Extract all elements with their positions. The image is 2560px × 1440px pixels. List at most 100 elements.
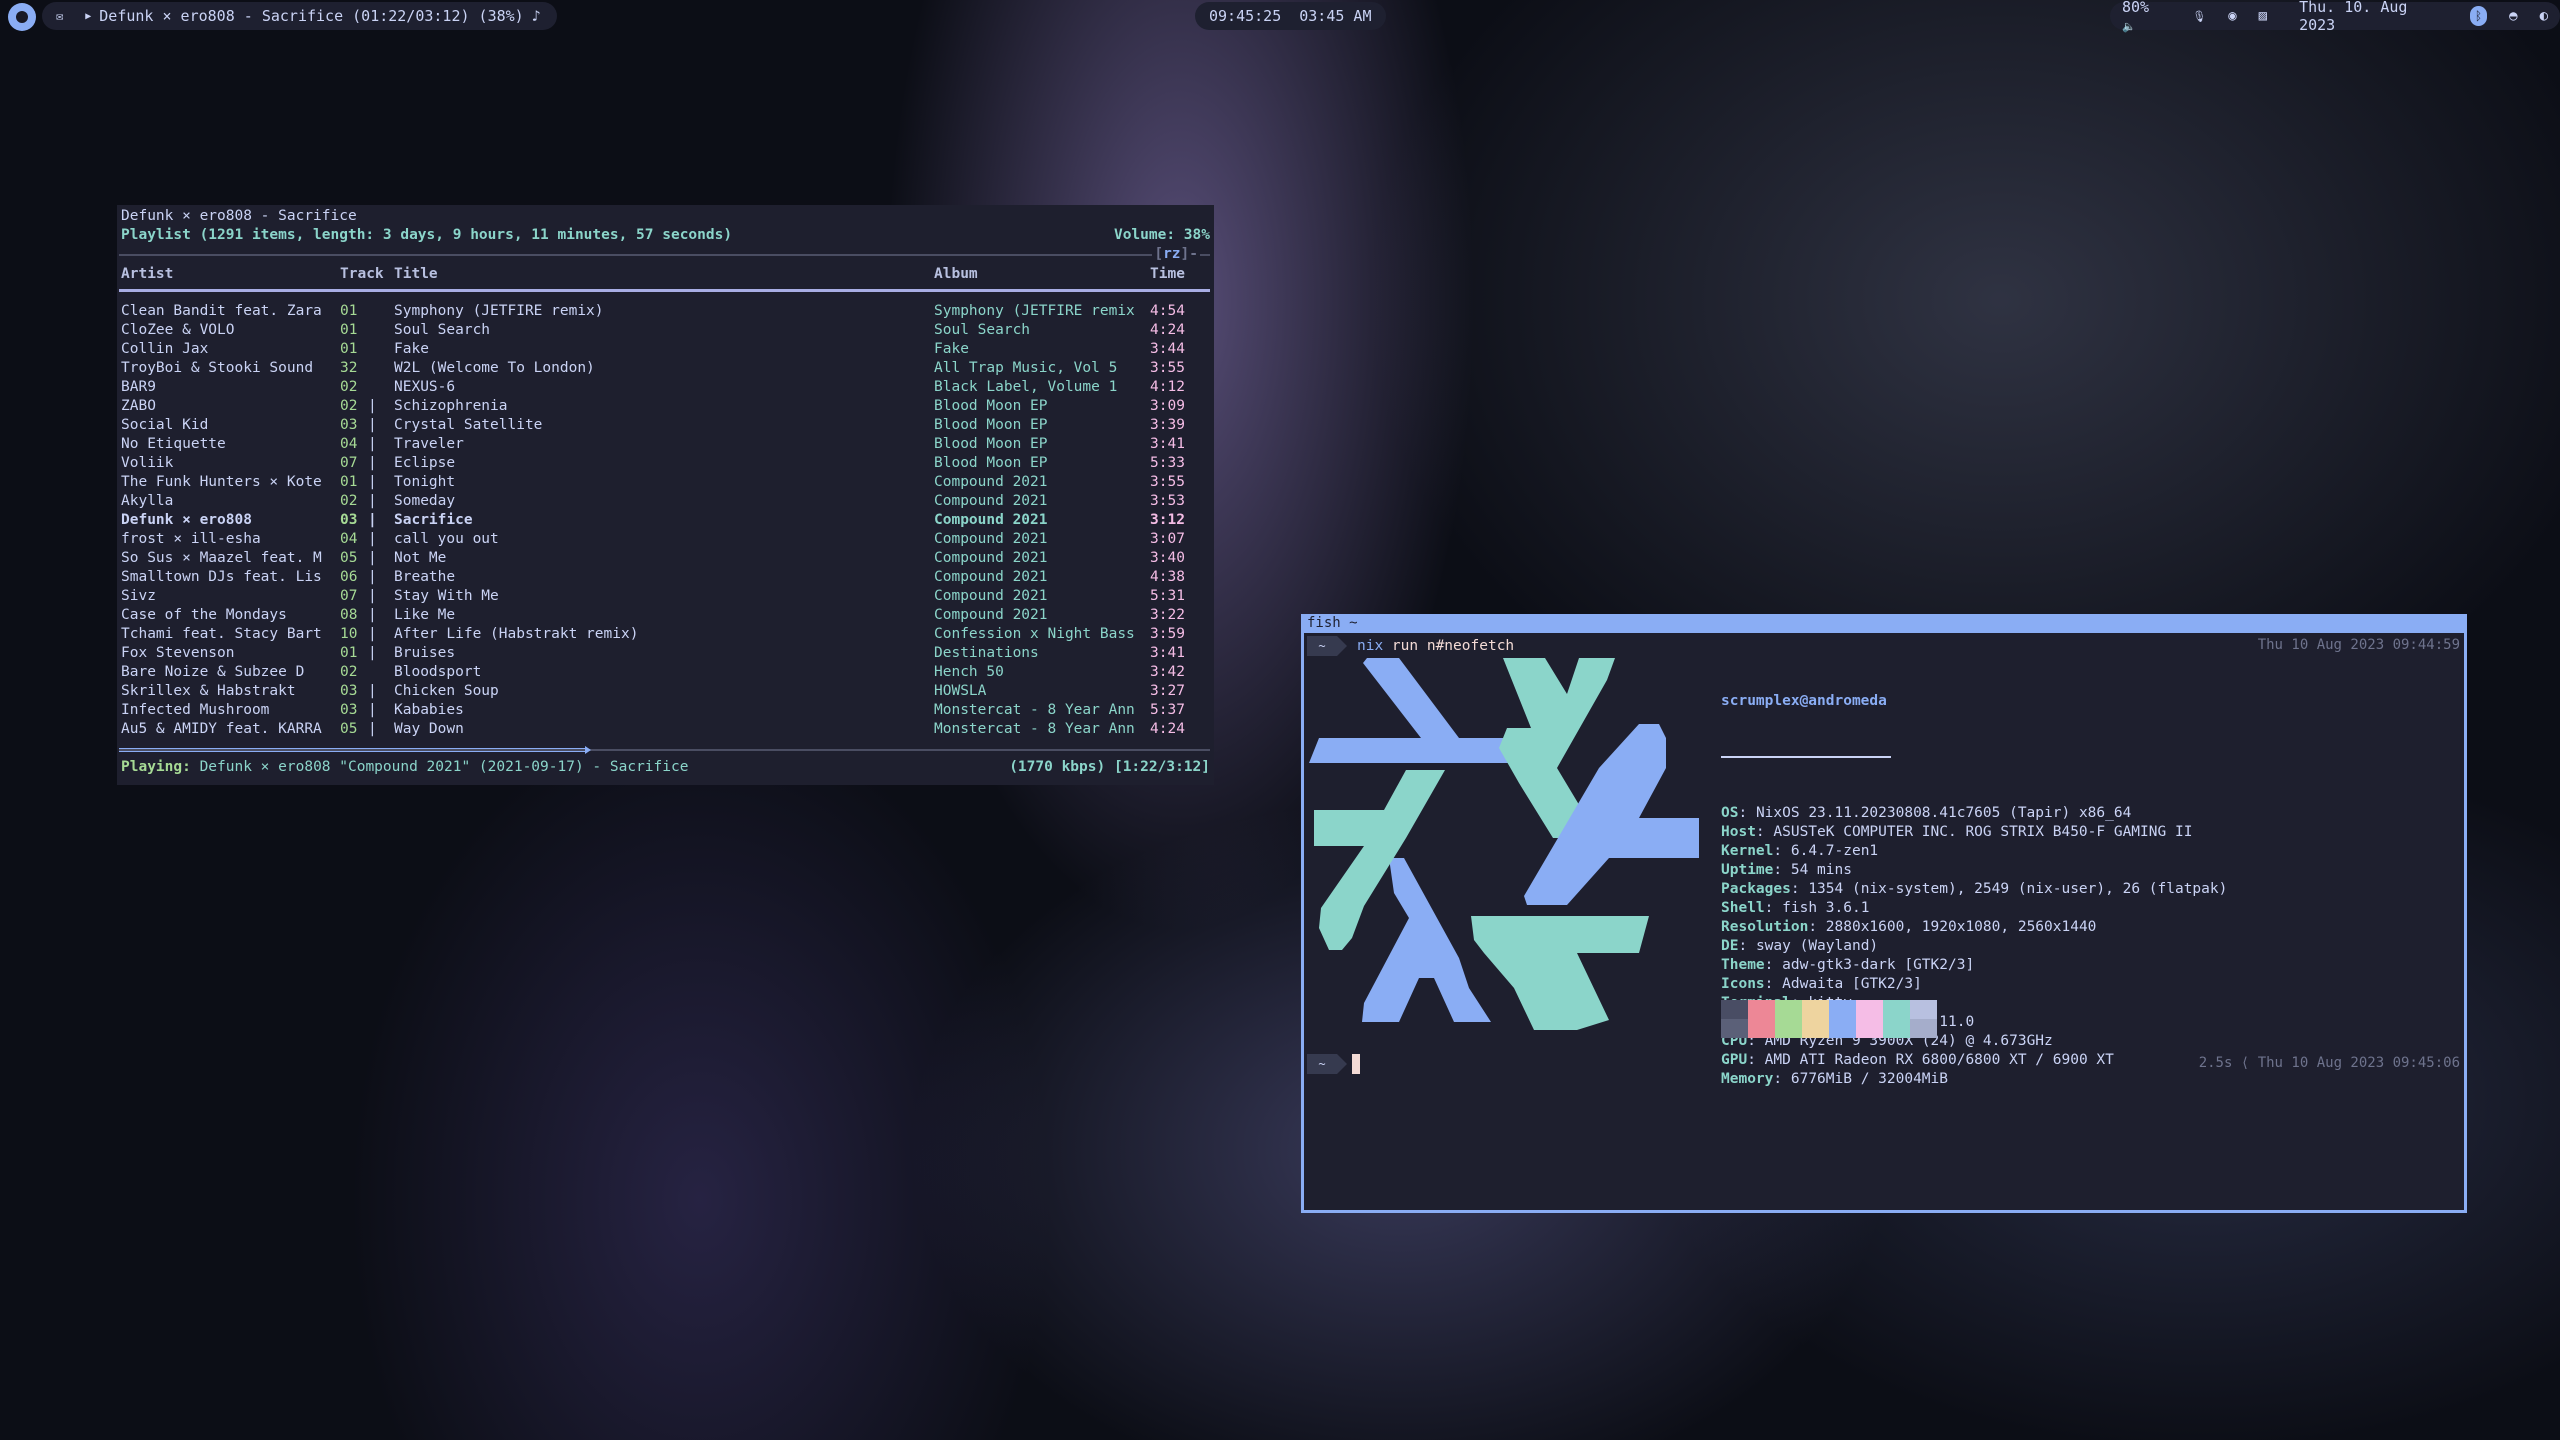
discord-icon[interactable]: ◓ [2509,8,2517,24]
row-title: Way Down [394,721,464,737]
playlist-row[interactable]: frost × ill-esha 04 | call you out Compound … [121,530,1210,549]
steam-icon[interactable]: ◐ [2540,8,2548,24]
playlist-row[interactable]: BAR9 02 NEXUS-6 Black Label, Volume 1 4:12 [121,378,1210,397]
field-key: OS [1721,805,1739,821]
row-title: Bruises [394,645,456,661]
row-album: Compound 2021 [934,512,1048,528]
playlist-row[interactable]: Case of the Mondays 08 | Like Me Compound 20… [121,606,1210,625]
column-artist[interactable]: Artist [121,265,173,284]
status-text: Defunk × ero808 "Compound 2021" (2021-09… [199,759,689,775]
row-track: 03 [340,702,358,718]
progress-bar[interactable] [119,746,1210,754]
bluetooth-icon[interactable]: ᛒ [2469,6,2488,26]
row-album: Compound 2021 [934,588,1048,604]
playlist-row[interactable]: Skrillex & Habstrakt 03 | Chicken Soup HOWSL… [121,682,1210,701]
column-album[interactable]: Album [934,265,978,284]
row-artist: Defunk × ero808 [121,512,252,528]
microphone-icon[interactable]: 🎙 [2192,10,2206,23]
playlist-row[interactable]: Smalltown DJs feat. Lis 06 | Breathe Compoun… [121,568,1210,587]
row-album-separator [368,302,377,321]
field-value: 54 mins [1790,862,1852,878]
playlist-row[interactable]: CloZee & VOLO 01 Soul Search Soul Search 4:… [121,321,1210,340]
fish-terminal-window[interactable]: fish ~ ~ nix run n#neofetch Thu 10 Aug 2… [1301,614,2467,1213]
row-album: HOWSLA [934,683,987,699]
playlist-row[interactable]: Sivz 07 | Stay With Me Compound 2021 5:31 [121,587,1210,606]
column-title[interactable]: Title [394,265,438,284]
color-swatch [1802,1000,1829,1038]
field-value: ASUSTeK COMPUTER INC. ROG STRIX B450-F G… [1773,824,2193,840]
row-album: Soul Search [934,322,1031,338]
logo-lambda-teal-2 [1471,916,1649,1030]
row-album: Monstercat - 8 Year Ann [934,702,1135,718]
field-colon: : [1773,843,1791,859]
row-artist: Fox Stevenson [121,645,235,661]
prompt-dir: ~ [1307,636,1347,656]
row-album-separator: | [368,417,377,433]
row-track: 04 [340,436,358,452]
playlist-row[interactable]: Au5 & AMIDY feat. KARRA 05 | Way Down Monste… [121,720,1210,739]
playlist-row[interactable]: Akylla 02 | Someday Compound 2021 3:53 [121,492,1210,511]
command-args: run n#neofetch [1383,638,1515,654]
playlist-row[interactable]: No Etiquette 04 | Traveler Blood Moon EP 3:41 [121,435,1210,454]
row-artist: Bare Noize & Subzee D [121,664,305,680]
playlist-row[interactable]: TroyBoi & Stooki Sound 32 W2L (Welcome To… [121,359,1210,378]
now-playing[interactable]: ▶ Defunk × ero808 - Sacrifice (01:22/03:… [85,7,541,25]
color-swatch [1910,1000,1937,1038]
row-artist: TroyBoi & Stooki Sound [121,360,314,376]
playlist-row[interactable]: Infected Mushroom 03 | Kababies Monstercat -… [121,701,1210,720]
clock-pill[interactable]: 09:45:25 03:45 AM [1195,2,1386,30]
nixos-logo [1309,658,1699,1030]
volume-indicator[interactable]: 80% 🔈 [2122,0,2170,34]
row-album-separator: | [368,569,377,585]
row-time: 3:39 [1150,417,1185,433]
playlist-row[interactable]: Collin Jax 01 Fake Fake 3:44 [121,340,1210,359]
field-value: 2880x1600, 1920x1080, 2560x1440 [1825,919,2097,935]
column-time[interactable]: Time [1150,265,1185,284]
row-time: 3:59 [1150,626,1185,642]
playlist-row[interactable]: ZABO 02 | Schizophrenia Blood Moon EP 3:09 [121,397,1210,416]
playlist-row[interactable]: Bare Noize & Subzee D 02 Bloodsport Hench … [121,663,1210,682]
status-label: Playing: [121,759,191,775]
row-time: 3:53 [1150,493,1185,509]
row-track: 02 [340,398,358,414]
column-track[interactable]: Track [340,265,384,284]
row-time: 3:09 [1150,398,1185,414]
playlist-row[interactable]: The Funk Hunters × Kote 01 | Tonight Compoun… [121,473,1210,492]
webcam-icon[interactable]: ◉ [2228,8,2236,24]
command-bin: nix [1357,638,1384,654]
row-title: Tonight [394,474,456,490]
field-key: Icons [1721,976,1765,992]
playlist-summary: Playlist (1291 items, length: 3 days, 9 … [121,227,733,243]
row-title: Someday [394,493,456,509]
color-swatch [1856,1000,1883,1038]
playlist-row[interactable]: Clean Bandit feat. Zara 01 Symphony (JETF… [121,302,1210,321]
playlist-row[interactable]: Fox Stevenson 01 | Bruises Destinations 3:41 [121,644,1210,663]
row-album: Blood Moon EP [934,455,1048,471]
field-colon: : [1773,862,1791,878]
workspace-indicator[interactable] [8,3,36,31]
ncmpcpp-window[interactable]: Defunk × ero808 - Sacrifice Playlist (12… [117,205,1214,785]
row-title: Not Me [394,550,447,566]
row-title: Kababies [394,702,464,718]
row-time: 4:24 [1150,721,1185,737]
playlist-row[interactable]: So Sus × Maazel feat. M 05 | Not Me Compound… [121,549,1210,568]
playlist-row[interactable]: Social Kid 03 | Crystal Satellite Blood Moon… [121,416,1210,435]
columns-divider [119,289,1210,292]
playlist-row-current[interactable]: Defunk × ero808 03 | Sacrifice Compound 2021… [121,511,1210,530]
mail-icon[interactable]: ✉ [56,9,63,23]
row-time: 5:31 [1150,588,1185,604]
playlist-row[interactable]: Voliik 07 | Eclipse Blood Moon EP 5:33 [121,454,1210,473]
row-album-separator: | [368,607,377,623]
row-album-separator: | [368,626,377,642]
field-colon: : [1764,900,1783,916]
neofetch-field: Uptime: 54 mins [1721,861,2227,880]
field-value: AMD ATI Radeon RX 6800/6800 XT / 6900 XT [1764,1052,2114,1068]
prompt-line-active[interactable]: ~ [1307,1054,1360,1074]
field-value: adw-gtk3-dark [GTK2/3] [1782,957,1975,973]
screen-share-icon[interactable]: ▨ [2259,8,2267,24]
row-track: 01 [340,322,358,338]
playlist-row[interactable]: Tchami feat. Stacy Bart 10 | After Life (Ha… [121,625,1210,644]
command-text: nix run n#neofetch [1357,638,1514,654]
row-album-separator: | [368,702,377,718]
volume-readout: Volume: 38% [1113,227,1210,243]
